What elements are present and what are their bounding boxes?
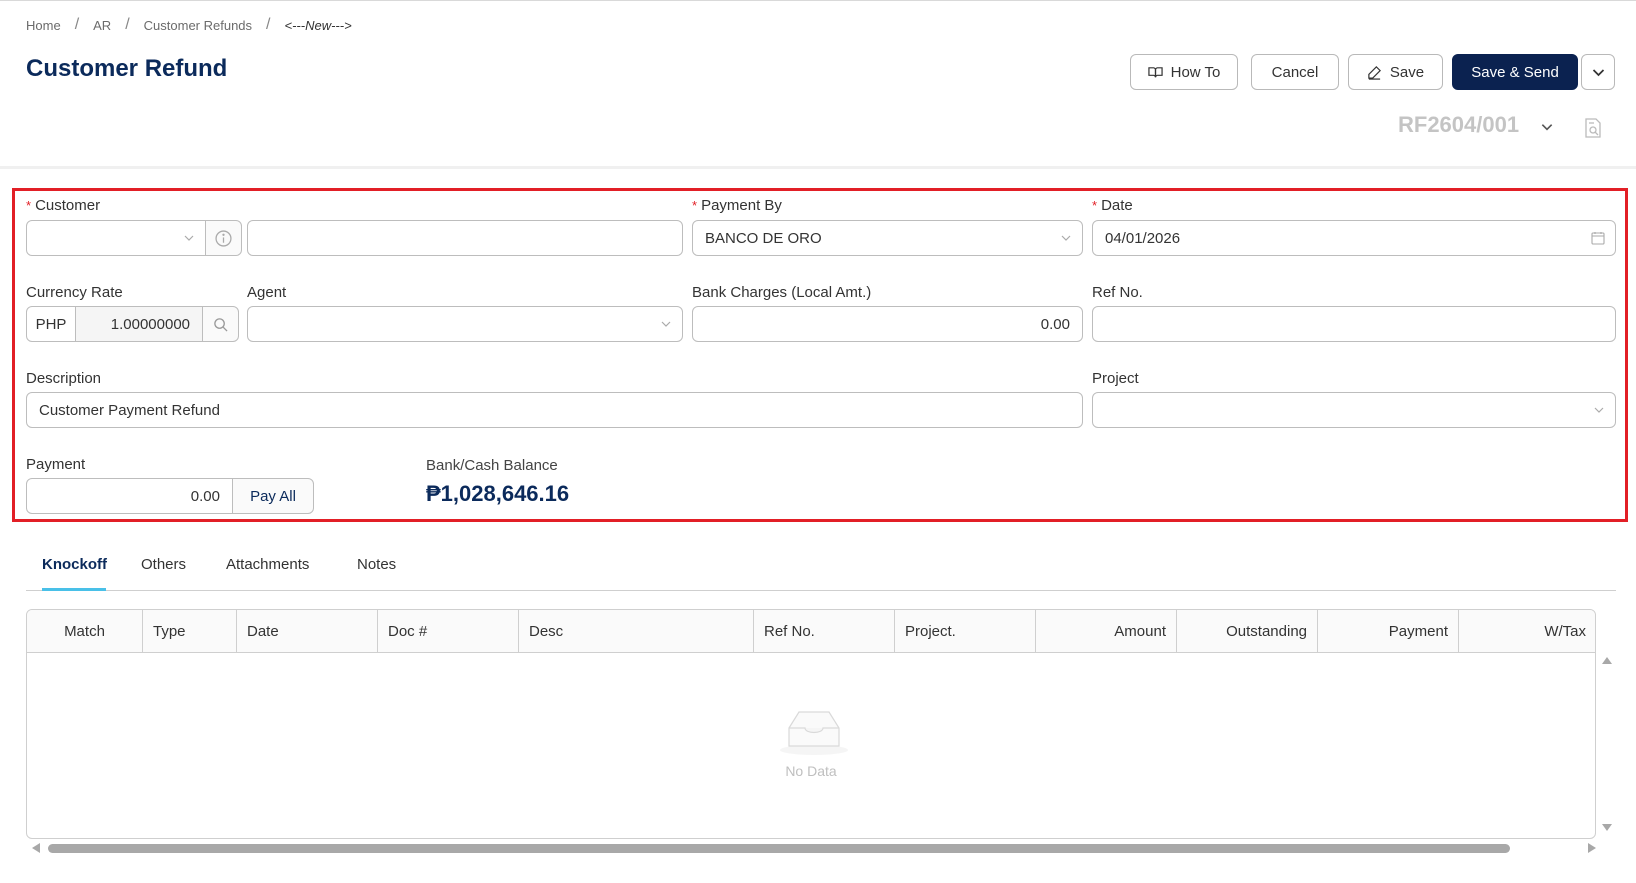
date-picker[interactable]: 04/01/2026	[1092, 220, 1616, 256]
column-payment[interactable]: Payment	[1318, 610, 1459, 653]
tab-attachments[interactable]: Attachments	[226, 556, 309, 573]
search-icon	[214, 317, 228, 332]
description-label: Description	[26, 370, 102, 387]
project-label: Project	[1092, 370, 1139, 387]
breadcrumb-separator: /	[125, 16, 130, 33]
active-tab-indicator	[42, 588, 106, 591]
column-wtax[interactable]: W/Tax	[1459, 610, 1595, 653]
document-number: RF2604/001	[1398, 112, 1520, 137]
calendar-icon	[1591, 232, 1605, 245]
column-outstanding[interactable]: Outstanding	[1177, 610, 1318, 653]
save-and-send-label: Save & Send	[1471, 63, 1559, 81]
breadcrumb-home[interactable]: Home	[26, 18, 61, 33]
column-project[interactable]: Project.	[895, 610, 1036, 653]
column-date[interactable]: Date	[237, 610, 378, 653]
book-icon	[1147, 66, 1163, 77]
agent-label: Agent	[247, 284, 287, 301]
chevron-down-icon	[1592, 68, 1604, 76]
column-type[interactable]: Type	[143, 610, 237, 653]
ref-no-label: Ref No.	[1092, 284, 1143, 301]
tab-notes[interactable]: Notes	[357, 556, 396, 573]
breadcrumb: Home / AR / Customer Refunds / <---New--…	[26, 16, 352, 34]
customer-info-button[interactable]	[205, 220, 242, 256]
knockoff-table: Match Type Date Doc # Desc Ref No. Proje…	[26, 609, 1596, 839]
breadcrumb-separator: /	[74, 16, 80, 33]
chevron-down-icon	[1594, 407, 1604, 413]
cancel-label: Cancel	[1271, 63, 1319, 81]
column-doc-no[interactable]: Doc #	[378, 610, 519, 653]
breadcrumb-customer-refunds[interactable]: Customer Refunds	[144, 18, 252, 33]
chevron-down-icon	[184, 235, 194, 241]
project-select[interactable]	[1092, 392, 1616, 428]
customer-code-select[interactable]	[26, 220, 206, 256]
column-match[interactable]: Match	[27, 610, 143, 653]
bank-charges-field[interactable]: 0.00	[692, 306, 1083, 342]
currency-code: PHP	[26, 306, 76, 342]
header-divider	[0, 166, 1636, 169]
save-label: Save	[1389, 63, 1425, 81]
more-actions-dropdown[interactable]	[1581, 54, 1615, 90]
breadcrumb-separator: /	[266, 16, 271, 33]
horizontal-scrollbar[interactable]	[26, 840, 1616, 856]
breadcrumb-ar[interactable]: AR	[93, 18, 111, 33]
column-desc[interactable]: Desc	[519, 610, 754, 653]
description-field[interactable]: Customer Payment Refund	[26, 392, 1083, 428]
payment-by-label: * Payment By	[692, 197, 782, 214]
tab-bar: Knockoff Others Attachments Notes	[26, 548, 1616, 591]
info-icon	[215, 229, 232, 247]
required-marker: *	[26, 198, 32, 213]
bank-cash-balance-label: Bank/Cash Balance	[426, 457, 558, 474]
payment-label: Payment	[26, 456, 86, 473]
breadcrumb-current: <---New--->	[284, 17, 352, 33]
date-label: * Date	[1092, 197, 1133, 214]
chevron-down-icon	[661, 321, 671, 327]
tab-others[interactable]: Others	[141, 556, 186, 573]
column-amount[interactable]: Amount	[1036, 610, 1177, 653]
customer-name-field[interactable]	[247, 220, 683, 256]
pay-all-button[interactable]: Pay All	[232, 478, 314, 514]
customer-label: * Customer	[26, 197, 101, 214]
cancel-button[interactable]: Cancel	[1251, 54, 1339, 90]
empty-inbox-icon	[780, 711, 848, 755]
required-marker: *	[1092, 198, 1098, 213]
column-ref-no[interactable]: Ref No.	[754, 610, 895, 653]
document-search-icon[interactable]	[1584, 118, 1602, 138]
tab-knockoff[interactable]: Knockoff	[42, 556, 107, 573]
payment-by-select[interactable]: BANCO DE ORO	[692, 220, 1083, 256]
top-border	[0, 0, 1636, 1]
chevron-down-icon[interactable]	[1540, 120, 1554, 134]
save-and-send-button[interactable]: Save & Send	[1452, 54, 1578, 90]
save-button[interactable]: Save	[1348, 54, 1443, 90]
currency-search-button[interactable]	[202, 306, 239, 342]
how-to-label: How To	[1170, 63, 1221, 81]
vertical-scrollbar[interactable]	[1598, 650, 1616, 838]
empty-state-text: No Data	[785, 763, 837, 779]
table-header: Match Type Date Doc # Desc Ref No. Proje…	[27, 610, 1595, 653]
ref-no-field[interactable]	[1092, 306, 1616, 342]
bank-cash-balance-value: ₱1,028,646.16	[426, 481, 570, 506]
required-marker: *	[692, 198, 698, 213]
currency-rate-label: Currency Rate	[26, 284, 123, 301]
payment-field[interactable]: 0.00	[26, 478, 233, 514]
edit-icon	[1368, 65, 1381, 80]
agent-select[interactable]	[247, 306, 683, 342]
bank-charges-label: Bank Charges (Local Amt.)	[692, 284, 872, 301]
chevron-down-icon	[1061, 235, 1071, 241]
currency-rate-field[interactable]: 1.00000000	[75, 306, 203, 342]
page-title: Customer Refund	[26, 55, 228, 82]
how-to-button[interactable]: How To	[1130, 54, 1238, 90]
